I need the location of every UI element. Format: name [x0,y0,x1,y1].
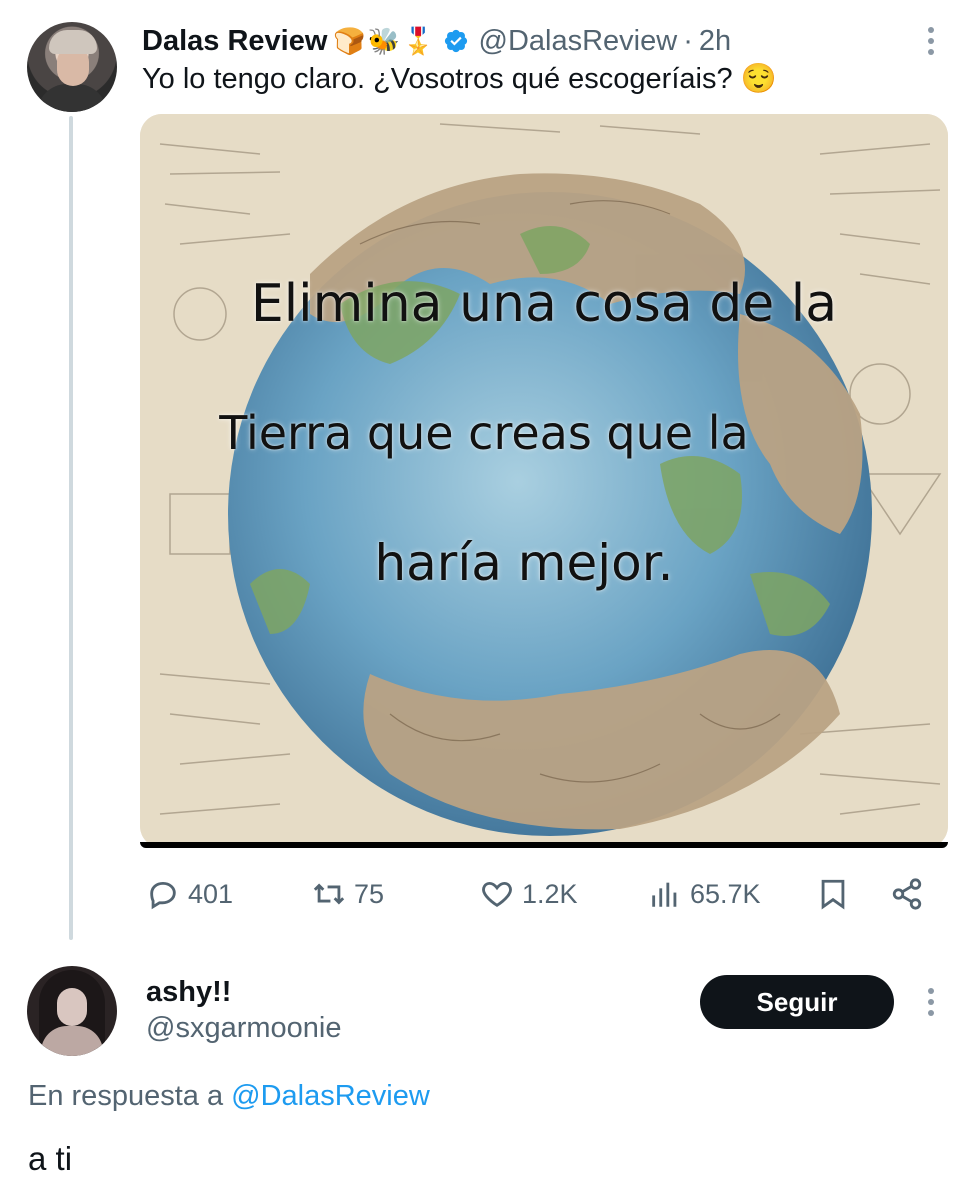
media-progress-bar [140,842,948,848]
more-options-icon[interactable] [926,988,936,1016]
retweet-count: 75 [354,878,385,909]
reply-author-name[interactable]: ashy!! [146,976,231,1009]
views-button[interactable]: 65.7K [648,868,761,920]
like-button[interactable]: 1.2K [480,868,578,920]
retweet-icon [313,883,345,905]
image-caption-line2: Tierra que creas que la [219,406,749,460]
bee-emoji: 🐝 [367,26,401,56]
bookmark-button[interactable] [816,868,858,920]
author-avatar[interactable] [27,22,117,112]
follow-button[interactable]: Seguir [700,975,894,1029]
verified-badge-icon [444,29,467,53]
separator-dot: · [683,24,693,57]
thread-connector-line [69,116,73,940]
share-button[interactable] [890,868,932,920]
bookmark-icon [821,879,845,910]
reply-icon [150,881,176,910]
retweet-button[interactable]: 75 [312,868,384,920]
reply-author-handle[interactable]: @sxgarmoonie [146,1012,341,1045]
like-count: 1.2K [522,878,578,909]
tweet-thread-page: Dalas Review 🍞 🐝 🎖️ @DalasReview · 2h Yo… [0,0,976,1200]
medal-emoji: 🎖️ [402,26,435,56]
reply-author-avatar[interactable] [27,966,117,1056]
tweet-action-bar: 401 75 1.2K 65.7K [140,868,940,920]
tweet-timestamp[interactable]: 2h [699,25,731,58]
in-reply-to-label: En respuesta a [28,1080,224,1112]
reply-text: a ti [28,1140,73,1177]
earth-illustration [140,114,948,848]
views-count: 65.7K [690,878,761,909]
views-icon [652,882,677,907]
bread-emoji: 🍞 [333,26,366,56]
image-caption-line1: Elimina una cosa de la [250,274,838,334]
reply-button[interactable]: 401 [146,868,233,920]
share-icon [892,878,922,910]
in-reply-to: En respuesta a @DalasReview [28,1080,430,1113]
like-icon [482,881,512,907]
tweet-media-image[interactable]: Elimina una cosa de la Tierra que creas … [140,114,948,848]
tweet-text: Yo lo tengo claro. ¿Vosotros qué escoger… [142,63,777,95]
tweet-header: Dalas Review 🍞 🐝 🎖️ @DalasReview · 2h [142,22,731,60]
author-name[interactable]: Dalas Review [142,25,327,58]
reply-count: 401 [188,878,234,909]
more-options-icon[interactable] [926,27,936,55]
image-caption-line3: haría mejor. [374,534,674,592]
author-handle[interactable]: @DalasReview [479,25,678,58]
in-reply-to-mention[interactable]: @DalasReview [231,1080,430,1112]
